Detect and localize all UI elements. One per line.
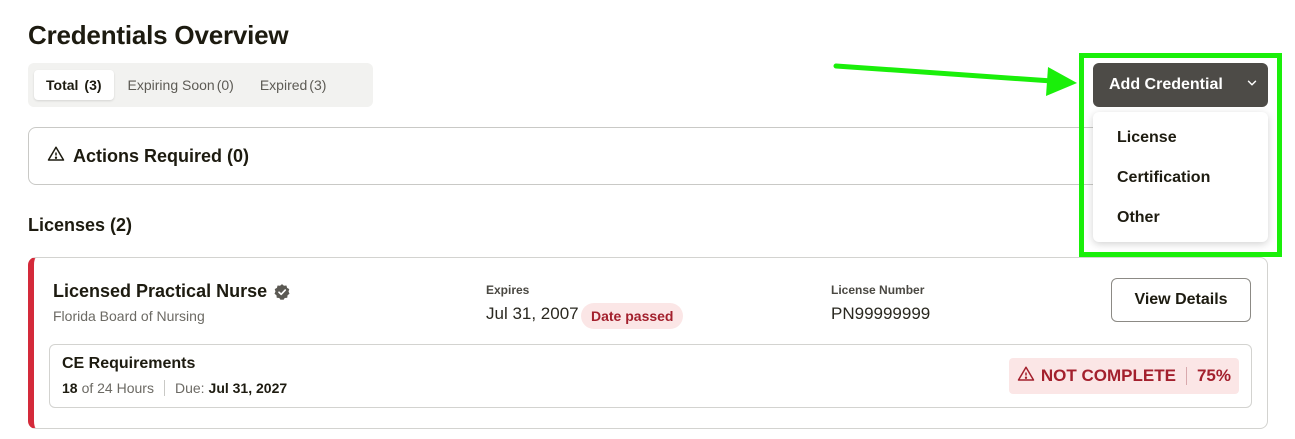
tab-expiring-soon[interactable]: Expiring Soon (0)	[116, 70, 246, 100]
page-title: Credentials Overview	[28, 20, 289, 50]
licenses-section-title: Licenses (2)	[28, 215, 133, 235]
tab-label: Expiring Soon	[127, 77, 215, 93]
add-credential-button[interactable]: Add Credential	[1093, 63, 1268, 107]
add-credential-label: Add Credential	[1109, 76, 1223, 93]
filter-tabs: Total (3) Expiring Soon (0) Expired (3)	[28, 63, 373, 107]
actions-required-panel[interactable]: Actions Required (0)	[28, 127, 1128, 185]
divider	[163, 380, 165, 396]
tab-label: Total	[46, 77, 79, 93]
divider	[1185, 367, 1187, 385]
tab-expired[interactable]: Expired (3)	[248, 70, 339, 100]
tab-total[interactable]: Total (3)	[34, 70, 114, 100]
ce-hours-total: of 24 Hours	[81, 380, 154, 396]
arrow-annotation	[833, 63, 1077, 96]
tab-count: (3)	[309, 77, 327, 93]
actions-required-title: Actions Required (0)	[73, 145, 250, 166]
add-credential-menu: License Certification Other	[1093, 112, 1268, 242]
expires-label: Expires	[486, 283, 530, 297]
verified-badge-icon	[273, 283, 291, 301]
ce-due-value: Jul 31, 2027	[208, 380, 288, 396]
ce-status-text: NOT COMPLETE	[1040, 366, 1176, 385]
menu-item-other[interactable]: Other	[1093, 198, 1268, 238]
tab-count: (3)	[84, 77, 102, 93]
menu-item-license[interactable]: License	[1093, 118, 1268, 158]
ce-requirements-panel: CE Requirements 18 of 24 Hours Due: Jul 3…	[49, 344, 1252, 408]
ce-due: Due: Jul 31, 2027	[175, 380, 291, 396]
license-number-label: License Number	[831, 283, 925, 297]
ce-percent: 75%	[1196, 366, 1231, 385]
date-passed-badge: Date passed	[581, 303, 684, 329]
ce-hours: 18 of 24 Hours Due: Jul 31, 2027	[62, 380, 291, 396]
license-name: Licensed Practical Nurse	[53, 281, 268, 301]
ce-title: CE Requirements	[62, 355, 196, 372]
ce-hours-done: 18	[62, 380, 78, 396]
expires-value: Jul 31, 2007	[486, 304, 579, 323]
license-card: Licensed Practical Nurse Florida Board o…	[28, 257, 1268, 429]
license-board: Florida Board of Nursing	[53, 308, 205, 324]
tab-label: Expired	[259, 77, 308, 93]
view-details-button[interactable]: View Details	[1111, 278, 1251, 322]
chevron-down-icon	[1245, 76, 1259, 95]
warning-icon	[1017, 365, 1035, 388]
ce-due-label: Due:	[174, 380, 205, 396]
warning-icon	[47, 145, 65, 168]
tab-count: (0)	[216, 77, 234, 93]
menu-item-certification[interactable]: Certification	[1093, 158, 1268, 198]
license-number-value: PN99999999	[831, 304, 931, 323]
ce-status-badge: NOT COMPLETE 75%	[1008, 358, 1239, 394]
